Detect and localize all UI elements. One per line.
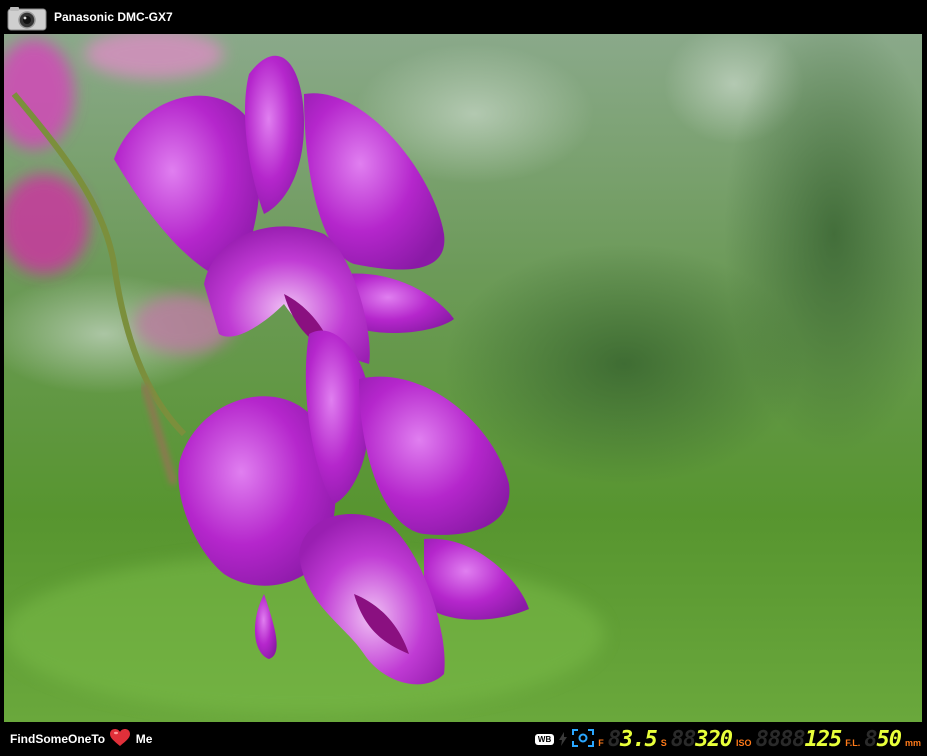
iso-label: ISO — [735, 738, 752, 748]
brand-text-left: FindSomeOneTo — [10, 732, 106, 746]
metering-icon — [572, 729, 595, 747]
shutter-value: 88320 — [670, 727, 733, 752]
focal-length-value: 850 — [864, 727, 902, 752]
iso-value: 8888125 — [755, 727, 843, 752]
focal-length-label: F.L. — [845, 738, 861, 748]
iso-ghost-digits: 8888 — [755, 727, 806, 752]
heart-icon — [110, 729, 131, 746]
flash-icon — [559, 732, 568, 746]
camera-icon — [7, 7, 47, 31]
aperture-number: 3.5 — [619, 727, 658, 752]
exif-panel: WB F 83.5 S 88320 ISO 8888125 F.L. 850 m… — [534, 726, 921, 752]
aperture-label: F — [598, 738, 604, 748]
brand-text-right: Me — [135, 732, 153, 746]
brand-signature: FindSomeOneTo Me — [10, 729, 152, 747]
photo — [4, 34, 922, 722]
top-bar: Panasonic DMC-GX7 — [0, 0, 927, 34]
aperture-ghost-digit: 8 — [607, 727, 621, 752]
focal-ghost-digit: 8 — [864, 727, 877, 752]
camera-model: Panasonic DMC-GX7 — [54, 10, 173, 24]
orchid-photo — [4, 34, 922, 722]
shutter-ghost-digits: 88 — [670, 727, 696, 752]
white-balance-badge: WB — [534, 734, 555, 745]
focal-length-unit: mm — [904, 738, 921, 748]
bottom-bar: FindSomeOneTo Me WB F 83.5 S 88320 ISO 8… — [0, 722, 927, 756]
shutter-number: 320 — [695, 727, 733, 752]
aperture-value: 83.5 — [607, 727, 658, 752]
iso-number: 125 — [804, 727, 842, 752]
focal-number: 50 — [876, 727, 901, 752]
shutter-label: S — [660, 738, 667, 748]
